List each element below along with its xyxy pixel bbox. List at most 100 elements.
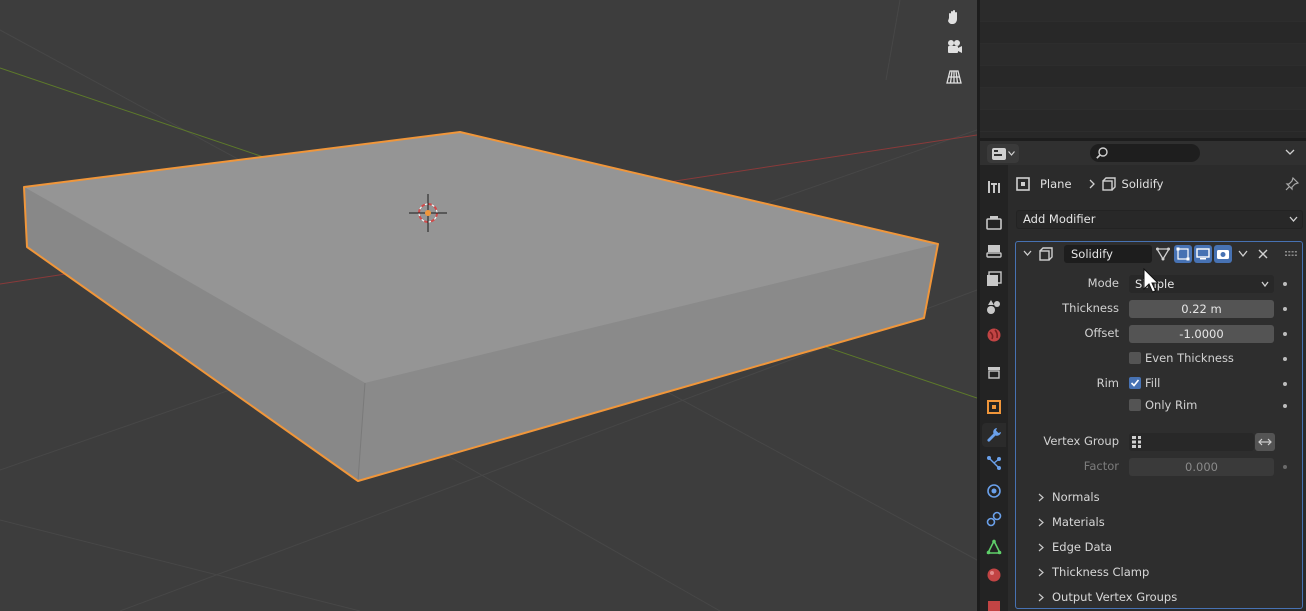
keyframe-dot[interactable] [1283,307,1287,311]
object-icon [1016,177,1030,191]
add-modifier-dropdown[interactable]: Add Modifier [1016,210,1303,229]
blender-window: Plane Solidify Add Modifier Solidify Mod… [0,0,1306,611]
object-data-icon [986,539,1002,555]
offset-label: Offset [1084,326,1119,340]
render-toggle[interactable] [1214,245,1232,263]
tab-constraints[interactable] [982,507,1006,531]
modifier-name-input[interactable]: Solidify [1064,245,1152,263]
viewport-display-toggle[interactable] [1194,245,1212,263]
offset-field[interactable]: -1.0000 [1129,325,1274,343]
edit-mode-toggle[interactable] [1174,245,1192,263]
subpanel-label: Normals [1052,490,1100,504]
remove-modifier-button[interactable] [1254,245,1272,263]
subpanel-thickness-clamp[interactable]: Thickness Clamp [1038,563,1149,581]
tab-material[interactable] [982,563,1006,587]
keyframe-dot[interactable] [1283,404,1287,408]
vertex-group-field[interactable] [1129,433,1254,451]
collection-icon [988,367,1000,379]
header-options-dropdown[interactable] [1285,146,1295,160]
search-icon [1096,147,1108,159]
on-cage-icon [1156,247,1170,261]
only-rim-checkbox[interactable] [1129,399,1141,411]
chevron-right-icon [1038,593,1044,601]
thickness-field[interactable]: 0.22 m [1129,300,1274,318]
tab-modifiers[interactable] [982,423,1006,447]
invert-vertex-group-toggle[interactable] [1255,433,1275,451]
pin-icon[interactable] [1285,176,1300,194]
modifier-panel-header[interactable]: Solidify [1016,242,1302,264]
modifier-properties-content: Plane Solidify Add Modifier Solidify Mod… [1008,165,1306,611]
tab-collection[interactable] [982,360,1006,384]
properties-search-input[interactable] [1090,144,1200,162]
tab-object[interactable] [982,395,1006,419]
rim-label: Rim [1096,376,1119,390]
tab-render[interactable] [982,211,1006,235]
properties-editor-icon [991,147,1006,160]
3d-viewport[interactable] [0,0,977,611]
subpanel-materials[interactable]: Materials [1038,513,1105,531]
factor-field[interactable]: 0.000 [1129,458,1274,476]
edit-mode-cage-toggle[interactable] [1154,245,1172,263]
checkmark-icon [1130,379,1140,387]
tab-texture[interactable] [982,593,1006,611]
tab-output[interactable] [982,239,1006,263]
keyframe-dot[interactable] [1283,282,1287,286]
even-thickness-checkbox[interactable] [1129,352,1141,364]
hand-pan-icon[interactable] [940,3,968,31]
tab-view-layer[interactable] [982,267,1006,291]
breadcrumb: Plane Solidify [1016,175,1163,193]
modifier-extras-dropdown[interactable] [1234,245,1252,263]
subpanel-normals[interactable]: Normals [1038,488,1100,506]
keyframe-dot[interactable] [1283,465,1287,469]
tab-scene[interactable] [982,295,1006,319]
subpanel-label: Output Vertex Groups [1052,590,1178,604]
subpanel-label: Edge Data [1052,540,1113,554]
vertex-group-label: Vertex Group [1043,434,1119,448]
subpanel-label: Materials [1052,515,1105,529]
outliner-row [980,22,1306,44]
chevron-down-icon [1285,149,1295,155]
keyframe-dot[interactable] [1283,332,1287,336]
tab-world[interactable] [982,323,1006,347]
constraints-icon [986,511,1002,527]
factor-label: Factor [1083,459,1119,473]
outliner-area[interactable] [980,0,1306,138]
properties-header [980,141,1306,165]
subpanel-output-vertex-groups[interactable]: Output Vertex Groups [1038,588,1177,606]
outliner-row [980,110,1306,132]
viewport-scene[interactable] [0,0,977,611]
chevron-right-icon [1089,179,1095,189]
arrow-left-right-icon [1258,438,1272,446]
output-icon [986,245,1002,258]
drag-handle[interactable] [1282,245,1300,263]
chevron-right-icon [1038,493,1044,501]
grip-icon [1285,251,1297,256]
editor-type-selector[interactable] [987,144,1019,163]
tab-tool[interactable] [982,175,1006,199]
breadcrumb-modifier: Solidify [1121,177,1164,191]
modifier-icon [1101,177,1116,191]
only-rim-label: Only Rim [1145,398,1198,412]
modifier-wrench-icon [987,428,1001,442]
camera-icon[interactable] [940,33,968,61]
rim-fill-label: Fill [1145,376,1161,390]
chevron-down-icon [1261,281,1269,287]
edit-mode-icon [1176,247,1190,261]
tab-particles[interactable] [982,451,1006,475]
keyframe-dot[interactable] [1283,357,1287,361]
tab-physics[interactable] [982,479,1006,503]
properties-editor: Plane Solidify Add Modifier Solidify Mod… [980,141,1306,611]
outliner-row [980,88,1306,110]
view-layer-icon [987,271,1002,286]
subpanel-edge-data[interactable]: Edge Data [1038,538,1112,556]
add-modifier-label: Add Modifier [1023,212,1096,226]
breadcrumb-object: Plane [1040,177,1072,191]
tab-object-data[interactable] [982,535,1006,559]
particles-icon [987,456,1001,470]
keyframe-dot[interactable] [1283,382,1287,386]
rim-fill-checkbox[interactable] [1129,377,1141,389]
outliner-row [980,66,1306,88]
grid-perspective-icon[interactable] [940,63,968,91]
chevron-right-icon [1038,568,1044,576]
chevron-down-icon [1238,250,1248,258]
